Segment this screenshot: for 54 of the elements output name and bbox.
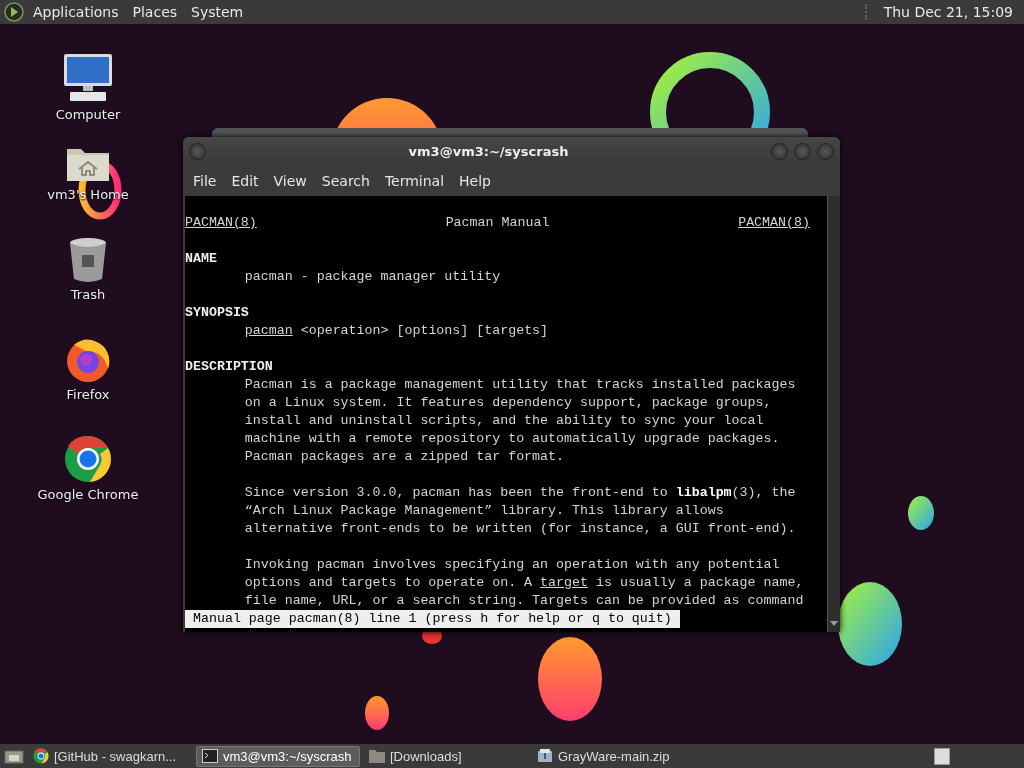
text-line: Since version 3.0.0, pacman has been the front-end to libalpm(3), the bbox=[243, 484, 797, 502]
text-line: options and targets to operate on. A target is usually a package name, bbox=[243, 574, 805, 592]
panel-menu[interactable]: Applications bbox=[28, 2, 124, 22]
desktop-icon-label[interactable]: Computer bbox=[55, 107, 121, 122]
text-line: on a Linux system. It features dependency support, package groups, bbox=[243, 394, 773, 412]
panel-menu[interactable]: Places bbox=[127, 2, 183, 22]
menu-item[interactable]: Help bbox=[453, 170, 498, 192]
man-page-title: PACMAN(8) bbox=[738, 214, 810, 232]
window-menu-button[interactable] bbox=[189, 143, 206, 160]
text-line: “Arch Linux Package Management” library. This library allows bbox=[243, 502, 725, 520]
text-line: machine with a remote repository to automatically upgrade packages. bbox=[243, 430, 781, 448]
menu-item[interactable]: File bbox=[187, 170, 224, 192]
panel-menu[interactable]: System bbox=[186, 2, 249, 22]
text-line: pacman - package manager utility bbox=[243, 268, 502, 286]
menu-item[interactable]: View bbox=[267, 170, 314, 192]
computer-icon bbox=[62, 53, 114, 103]
scroll-down-icon[interactable] bbox=[830, 621, 838, 626]
terminal-icon bbox=[202, 749, 218, 763]
man-page-title: PACMAN(8) bbox=[185, 214, 257, 232]
section-heading: DESCRIPTION bbox=[185, 358, 274, 376]
section-heading: SYNOPSIS bbox=[185, 304, 250, 322]
menu-logo-icon[interactable] bbox=[4, 2, 24, 22]
text-line: Pacman is a package management utility that tracks installed packages bbox=[243, 376, 797, 394]
taskbar-button[interactable]: GrayWare-main.zip bbox=[532, 745, 696, 767]
text-line: file name, URL, or a search string. Targets can be provided as command bbox=[243, 592, 805, 610]
window-title: vm3@vm3:~/syscrash bbox=[407, 144, 570, 159]
desktop-icon-label[interactable]: Trash bbox=[70, 287, 106, 302]
text-line: install and uninstall scripts, and the ability to sync your local bbox=[243, 412, 765, 430]
menu-item[interactable]: Terminal bbox=[378, 170, 452, 192]
archive-icon bbox=[537, 748, 553, 764]
text-line: pacman <operation> [options] [targets] bbox=[243, 322, 550, 340]
section-heading: NAME bbox=[185, 250, 218, 268]
workspace-switcher[interactable] bbox=[934, 747, 950, 765]
trash-icon bbox=[68, 237, 108, 283]
text-line: Pacman packages are a zipped tar format. bbox=[243, 448, 566, 466]
close-button[interactable] bbox=[817, 143, 834, 160]
scrollbar[interactable] bbox=[827, 196, 840, 632]
folder-icon bbox=[369, 749, 385, 763]
desktop-icon-label[interactable]: Firefox bbox=[66, 387, 110, 402]
show-desktop-icon[interactable] bbox=[4, 748, 24, 764]
taskbar-button[interactable]: [GitHub - swagkarn... bbox=[28, 745, 192, 767]
desktop-icon-label[interactable]: Google Chrome bbox=[37, 487, 139, 502]
chrome-icon bbox=[33, 748, 49, 764]
manual-name: Pacman Manual bbox=[445, 214, 550, 232]
minimize-button[interactable] bbox=[771, 143, 788, 160]
taskbar-button[interactable]: [Downloads] bbox=[364, 745, 528, 767]
maximize-button[interactable] bbox=[794, 143, 811, 160]
text-line: Invoking pacman involves specifying an operation with any potential bbox=[243, 556, 781, 574]
clock[interactable]: Thu Dec 21, 15:09 bbox=[878, 2, 1018, 22]
menu-item[interactable]: Search bbox=[315, 170, 377, 192]
chrome-icon bbox=[64, 435, 112, 483]
menu-item[interactable]: Edit bbox=[225, 170, 266, 192]
taskbar-button[interactable]: vm3@vm3:~/syscrash bbox=[196, 745, 360, 767]
text-line: alternative front-ends to be written (for instance, a GUI front-end). bbox=[243, 520, 797, 538]
